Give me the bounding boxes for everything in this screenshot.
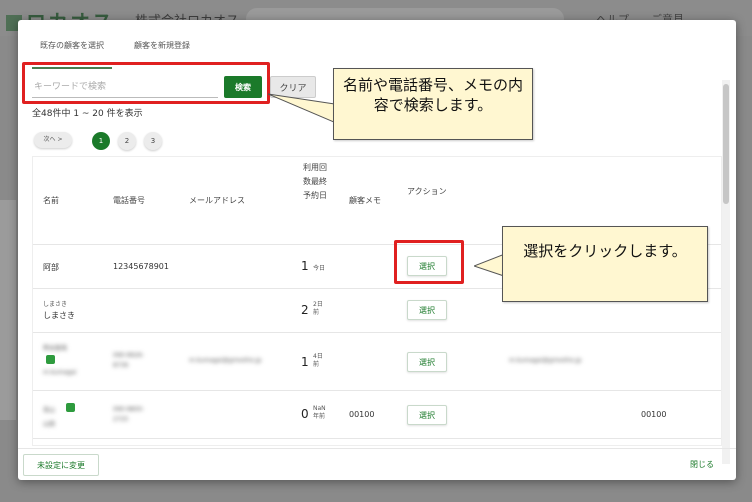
last-booking-ago: 今日: [313, 265, 326, 272]
usage-count: 2: [301, 303, 309, 317]
header-phone: 電話番号: [113, 196, 145, 205]
select-highlight-box: [394, 240, 464, 284]
table-row: 熊谷直哉 m.kumagai 090-9926-8736 m.kumagai@g…: [33, 333, 721, 391]
line-badge-icon: [66, 403, 75, 412]
pager-next-button[interactable]: 次へ >: [34, 132, 72, 148]
customer-memo-extra: 00100: [641, 410, 667, 419]
customer-memo: 00100: [349, 410, 375, 419]
line-badge-icon: [46, 355, 55, 364]
customer-kana: しまさき: [43, 301, 68, 308]
select-button[interactable]: 選択: [407, 405, 447, 425]
header-memo: 顧客メモ: [349, 196, 381, 205]
customer-phone: 12345678901: [113, 262, 169, 271]
last-booking-ago: 2日前: [313, 301, 323, 316]
header-email: メールアドレス: [189, 196, 245, 205]
dialog-footer: 未設定に変更 閉じる: [18, 448, 736, 480]
page-button-3[interactable]: 3: [144, 132, 162, 150]
page-button-2[interactable]: 2: [118, 132, 136, 150]
close-button[interactable]: 閉じる: [690, 459, 714, 470]
scrollbar-thumb[interactable]: [723, 84, 729, 204]
last-booking-ago: 4日前: [313, 353, 323, 368]
table-row: 見山 山田 090-9800-2725 0 NaN年前 00100 選択 001…: [33, 391, 721, 439]
usage-count: 1: [301, 259, 309, 273]
customer-name: m.kumagai: [43, 369, 77, 376]
customer-kana: 熊谷直哉: [43, 345, 68, 352]
usage-count: 0: [301, 407, 309, 421]
dialog-tabs: 既存の顧客を選択 顧客を新規登録: [32, 36, 198, 69]
customer-tag: [63, 403, 78, 412]
customer-name: 阿部: [43, 263, 59, 272]
customer-email: m.kumagai@gmoshio.jp: [189, 357, 262, 364]
select-button[interactable]: 選択: [407, 300, 447, 320]
header-action: アクション: [407, 187, 447, 196]
tab-select-existing[interactable]: 既存の顧客を選択: [32, 36, 112, 69]
background-panel: [0, 200, 16, 420]
customer-phone: 090-9926-8736: [113, 352, 145, 369]
dialog-scrollbar[interactable]: [722, 80, 730, 464]
select-callout: 選択をクリックします。: [502, 226, 708, 302]
usage-count: 1: [301, 355, 309, 369]
header-usage: 利用回数最終予約日: [303, 163, 327, 200]
set-unassigned-button[interactable]: 未設定に変更: [23, 454, 99, 476]
tab-register-new[interactable]: 顧客を新規登録: [126, 36, 198, 64]
result-count: 全48件中 1 ~ 20 件を表示: [32, 109, 143, 119]
customer-phone: 090-9800-2725: [113, 406, 145, 423]
header-name: 名前: [43, 196, 59, 205]
customer-name: 山田: [43, 421, 56, 428]
select-button[interactable]: 選択: [407, 352, 447, 372]
page-button-1[interactable]: 1: [92, 132, 110, 150]
customer-name: しまさき: [43, 311, 75, 320]
customer-kana: 見山: [43, 407, 56, 414]
customer-tag: [43, 355, 58, 364]
last-booking-ago: NaN年前: [313, 405, 326, 420]
customer-email-extra: m.kumagai@gmoshio.jp: [509, 357, 582, 364]
search-highlight-box: [22, 62, 270, 104]
search-callout: 名前や電話番号、メモの内容で検索します。: [333, 68, 533, 140]
